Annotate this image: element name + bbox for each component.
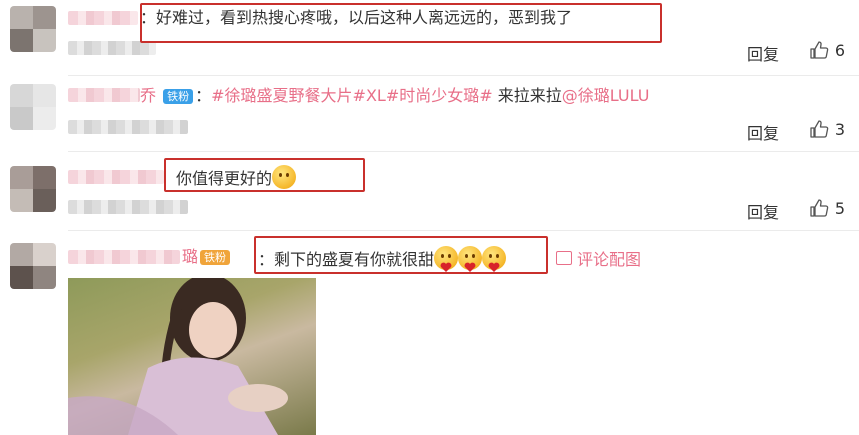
timestamp-blurred bbox=[68, 120, 188, 134]
topic-link-xl[interactable]: XL bbox=[366, 86, 386, 105]
avatar[interactable] bbox=[10, 84, 56, 130]
comment-body: 来拉来拉 bbox=[497, 86, 562, 105]
thumbs-up-icon bbox=[810, 199, 829, 217]
username-blurred[interactable] bbox=[68, 88, 140, 102]
comment-photo[interactable] bbox=[68, 278, 316, 435]
highlight-box bbox=[140, 3, 662, 43]
like-count: 5 bbox=[834, 198, 845, 218]
reply-button[interactable]: 回复 bbox=[747, 120, 779, 144]
separator: ： bbox=[195, 86, 212, 105]
like-count: 6 bbox=[834, 40, 845, 60]
avatar[interactable] bbox=[10, 166, 56, 212]
comment-picture-link[interactable]: 评论配图 bbox=[556, 246, 641, 270]
like-button[interactable]: 3 bbox=[809, 119, 845, 139]
avatar[interactable] bbox=[10, 243, 56, 289]
comment-text: 乔 铁粉 ：#徐璐盛夏野餐大片#XL#时尚少女璐# 来拉来拉@徐璐LULU bbox=[140, 85, 649, 107]
reply-button[interactable]: 回复 bbox=[747, 199, 779, 223]
thumbs-up-icon bbox=[810, 41, 829, 59]
fan-badge[interactable]: 铁粉 bbox=[200, 250, 231, 265]
topic-link[interactable]: #时尚少女璐# bbox=[386, 86, 493, 105]
comment-picture-label: 评论配图 bbox=[577, 250, 642, 269]
timestamp-blurred bbox=[68, 200, 188, 214]
username-blurred[interactable] bbox=[68, 170, 164, 184]
like-button[interactable]: 6 bbox=[809, 40, 845, 60]
like-button[interactable]: 5 bbox=[809, 198, 845, 218]
username-blurred[interactable] bbox=[68, 250, 180, 264]
like-count: 3 bbox=[834, 119, 845, 139]
avatar[interactable] bbox=[10, 6, 56, 52]
username-suffix[interactable]: 乔 bbox=[140, 86, 156, 105]
photo-illustration bbox=[68, 278, 288, 435]
comment-header: 璐铁粉 bbox=[182, 246, 232, 268]
reply-button[interactable]: 回复 bbox=[747, 41, 779, 65]
fan-badge[interactable]: 铁粉 bbox=[163, 89, 194, 104]
comment-1: ：好难过，看到热搜心疼哦，以后这种人离远远的，恶到我了 回复 6 bbox=[0, 0, 859, 76]
username-suffix[interactable]: 璐 bbox=[182, 247, 198, 266]
image-icon bbox=[556, 251, 572, 265]
highlight-box bbox=[254, 236, 548, 274]
mention-link[interactable]: @徐璐LULU bbox=[562, 86, 650, 105]
timestamp-blurred bbox=[68, 41, 156, 55]
username-blurred[interactable] bbox=[68, 11, 138, 25]
comment-3: 你值得更好的 回复 5 bbox=[0, 152, 859, 232]
comment-2: 乔 铁粉 ：#徐璐盛夏野餐大片#XL#时尚少女璐# 来拉来拉@徐璐LULU 回复 … bbox=[0, 76, 859, 156]
thumbs-up-icon bbox=[810, 120, 829, 138]
highlight-box bbox=[164, 158, 365, 192]
topic-link[interactable]: #徐璐盛夏野餐大片# bbox=[211, 86, 366, 105]
